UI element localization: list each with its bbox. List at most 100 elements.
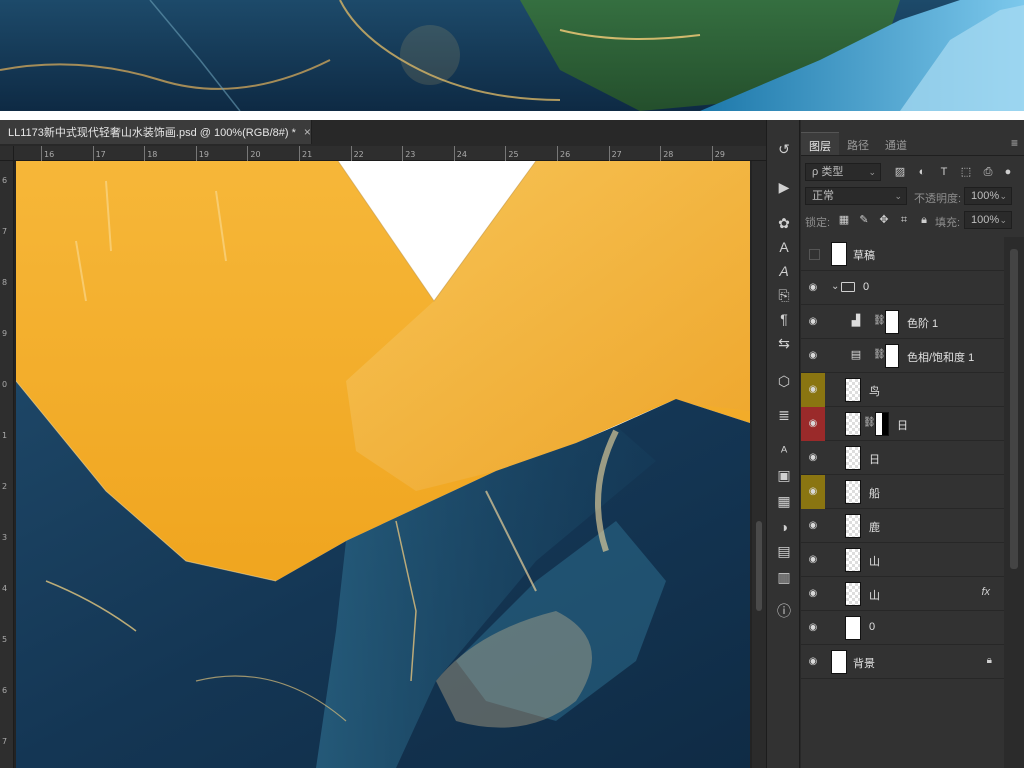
folder-icon: [841, 282, 855, 292]
link-icon[interactable]: ⛓: [863, 417, 876, 428]
visibility-toggle-icon[interactable]: [801, 237, 825, 271]
layer-thumbnail: [845, 582, 861, 606]
lock-move-icon[interactable]: ✥: [877, 213, 891, 227]
text-a-icon[interactable]: A: [774, 238, 794, 256]
text-italic-icon[interactable]: A: [774, 262, 794, 280]
clone-stamp-icon[interactable]: ⎘: [774, 286, 794, 304]
text-style-icon[interactable]: ᴬ: [774, 442, 794, 460]
blend-mode-dropdown[interactable]: 正常 ⌄: [805, 187, 907, 205]
close-tab-icon[interactable]: ×: [304, 125, 311, 139]
notes-icon[interactable]: ▥: [774, 568, 794, 586]
paragraph-icon[interactable]: ¶: [774, 310, 794, 328]
layer-row[interactable]: ◉ 船: [801, 475, 1004, 509]
eye-icon[interactable]: ◉: [801, 475, 825, 509]
filter-shape-icon[interactable]: ⬚: [959, 165, 973, 179]
layer-row[interactable]: ◉ 背景 🔒︎: [801, 645, 1004, 679]
layers-scrollbar[interactable]: [1004, 237, 1024, 768]
layer-row[interactable]: ◉ ▤ ⛓ 色相/饱和度 1: [801, 339, 1004, 373]
layer-name: 草稿: [853, 250, 875, 262]
list-icon[interactable]: ≣: [774, 406, 794, 424]
filter-type-icon[interactable]: T: [937, 165, 951, 179]
eye-icon[interactable]: ◉: [801, 645, 825, 679]
ruler-tick-label: 20: [247, 146, 261, 161]
panel-tabs: 图层 路径 通道: [801, 132, 1024, 156]
document-title: LL1173新中式现代轻奢山水装饰画.psd @ 100%(RGB/8#) *: [8, 127, 296, 139]
opacity-field[interactable]: 100% ⌄: [964, 187, 1012, 205]
layer-row[interactable]: ◉ 0: [801, 611, 1004, 645]
document-icon[interactable]: ▤: [774, 542, 794, 560]
ruler-tick-label: 1: [2, 431, 8, 440]
eye-icon[interactable]: ◉: [801, 509, 825, 543]
ruler-tick-label: 19: [195, 146, 209, 161]
palette-icon[interactable]: ✿: [774, 214, 794, 232]
ruler-tick-label: 6: [2, 176, 8, 185]
filter-smartobject-icon[interactable]: ⎙: [981, 165, 995, 179]
layer-thumbnail: [845, 446, 861, 470]
lock-transparent-icon[interactable]: ▦: [837, 213, 851, 227]
canvas-scrollbar[interactable]: [752, 161, 766, 768]
eye-icon[interactable]: ◉: [801, 271, 825, 305]
scroll-thumb[interactable]: [756, 521, 762, 611]
chevron-down-icon[interactable]: ⌄: [831, 281, 839, 292]
filter-toggle-icon[interactable]: ●: [1001, 165, 1015, 179]
fill-field[interactable]: 100% ⌄: [964, 211, 1012, 229]
eye-icon[interactable]: ◉: [801, 407, 825, 441]
ruler-tick-label: 22: [350, 146, 364, 161]
adjust-icon[interactable]: ⇆: [774, 334, 794, 352]
layer-row[interactable]: ◉ 日: [801, 441, 1004, 475]
vertical-ruler[interactable]: 6 7 8 9 0 1 2 3 4 5 6 7: [0, 161, 14, 768]
play-icon[interactable]: ▶: [774, 178, 794, 196]
layer-name: 山: [869, 556, 880, 568]
eye-icon[interactable]: ◉: [801, 441, 825, 475]
history-brush-icon[interactable]: ↺: [774, 140, 794, 158]
layer-row[interactable]: ◉ 鹿: [801, 509, 1004, 543]
layer-name: 日: [897, 420, 908, 432]
link-icon[interactable]: ⛓: [873, 315, 886, 326]
filter-adjustment-icon[interactable]: ◐: [915, 165, 929, 179]
tab-channels[interactable]: 通道: [877, 132, 915, 155]
filter-pixel-icon[interactable]: ▨: [893, 165, 907, 179]
lock-paint-icon[interactable]: ✎: [857, 213, 871, 227]
layer-mask-thumbnail[interactable]: [875, 412, 889, 436]
eye-icon[interactable]: ◉: [801, 339, 825, 373]
chevron-down-icon: ⌄: [868, 167, 876, 177]
eye-icon[interactable]: ◉: [801, 577, 825, 611]
chevron-down-icon: ⌄: [894, 191, 902, 201]
chevron-down-icon: ⌄: [999, 215, 1007, 225]
eye-icon[interactable]: ◉: [801, 611, 825, 645]
layer-mask-thumbnail[interactable]: [885, 344, 899, 368]
layer-thumbnail: [845, 616, 861, 640]
layer-name: 0: [869, 621, 876, 633]
lock-all-icon[interactable]: 🔒︎: [917, 213, 931, 227]
lock-artboard-icon[interactable]: ⌗: [897, 213, 911, 227]
image-frame-icon[interactable]: ▣: [774, 466, 794, 484]
ruler-tick-label: 24: [453, 146, 467, 161]
document-tab[interactable]: LL1173新中式现代轻奢山水装饰画.psd @ 100%(RGB/8#) * …: [0, 120, 312, 144]
panel-menu-icon[interactable]: ≡: [1011, 136, 1018, 150]
cube-icon[interactable]: ⬡: [774, 372, 794, 390]
tab-layers[interactable]: 图层: [801, 132, 839, 155]
eye-icon[interactable]: ◉: [801, 543, 825, 577]
layer-mask-thumbnail[interactable]: [885, 310, 899, 334]
layer-row[interactable]: 草稿: [801, 237, 1004, 271]
layer-name: 色相/饱和度 1: [907, 352, 975, 364]
layer-row[interactable]: ◉ 鸟: [801, 373, 1004, 407]
layer-row[interactable]: ◉ ▟ ⛓ 色阶 1: [801, 305, 1004, 339]
layer-row[interactable]: ◉ 山: [801, 543, 1004, 577]
eye-icon[interactable]: ◉: [801, 373, 825, 407]
ruler-tick-label: 6: [2, 686, 8, 695]
layer-row[interactable]: ◉ 山 fx: [801, 577, 1004, 611]
layer-group-row[interactable]: ◉ ⌄ 0: [801, 271, 1004, 305]
document-canvas[interactable]: [14, 161, 752, 768]
horizontal-ruler[interactable]: 16 17 18 19 20 21 22 23 24 25 26 27 28 29: [14, 146, 766, 161]
link-icon[interactable]: ⛓: [873, 349, 886, 360]
tab-paths[interactable]: 路径: [839, 132, 877, 155]
scroll-thumb[interactable]: [1010, 249, 1018, 569]
circle-half-icon[interactable]: ◑: [774, 518, 794, 536]
info-icon[interactable]: ⓘ: [774, 602, 794, 620]
layer-row[interactable]: ◉ ⛓ 日: [801, 407, 1004, 441]
grid-icon[interactable]: ▦: [774, 492, 794, 510]
layer-effects-icon[interactable]: fx: [981, 586, 990, 598]
eye-icon[interactable]: ◉: [801, 305, 825, 339]
layer-filter-dropdown[interactable]: ρ 类型 ⌄: [805, 163, 881, 181]
